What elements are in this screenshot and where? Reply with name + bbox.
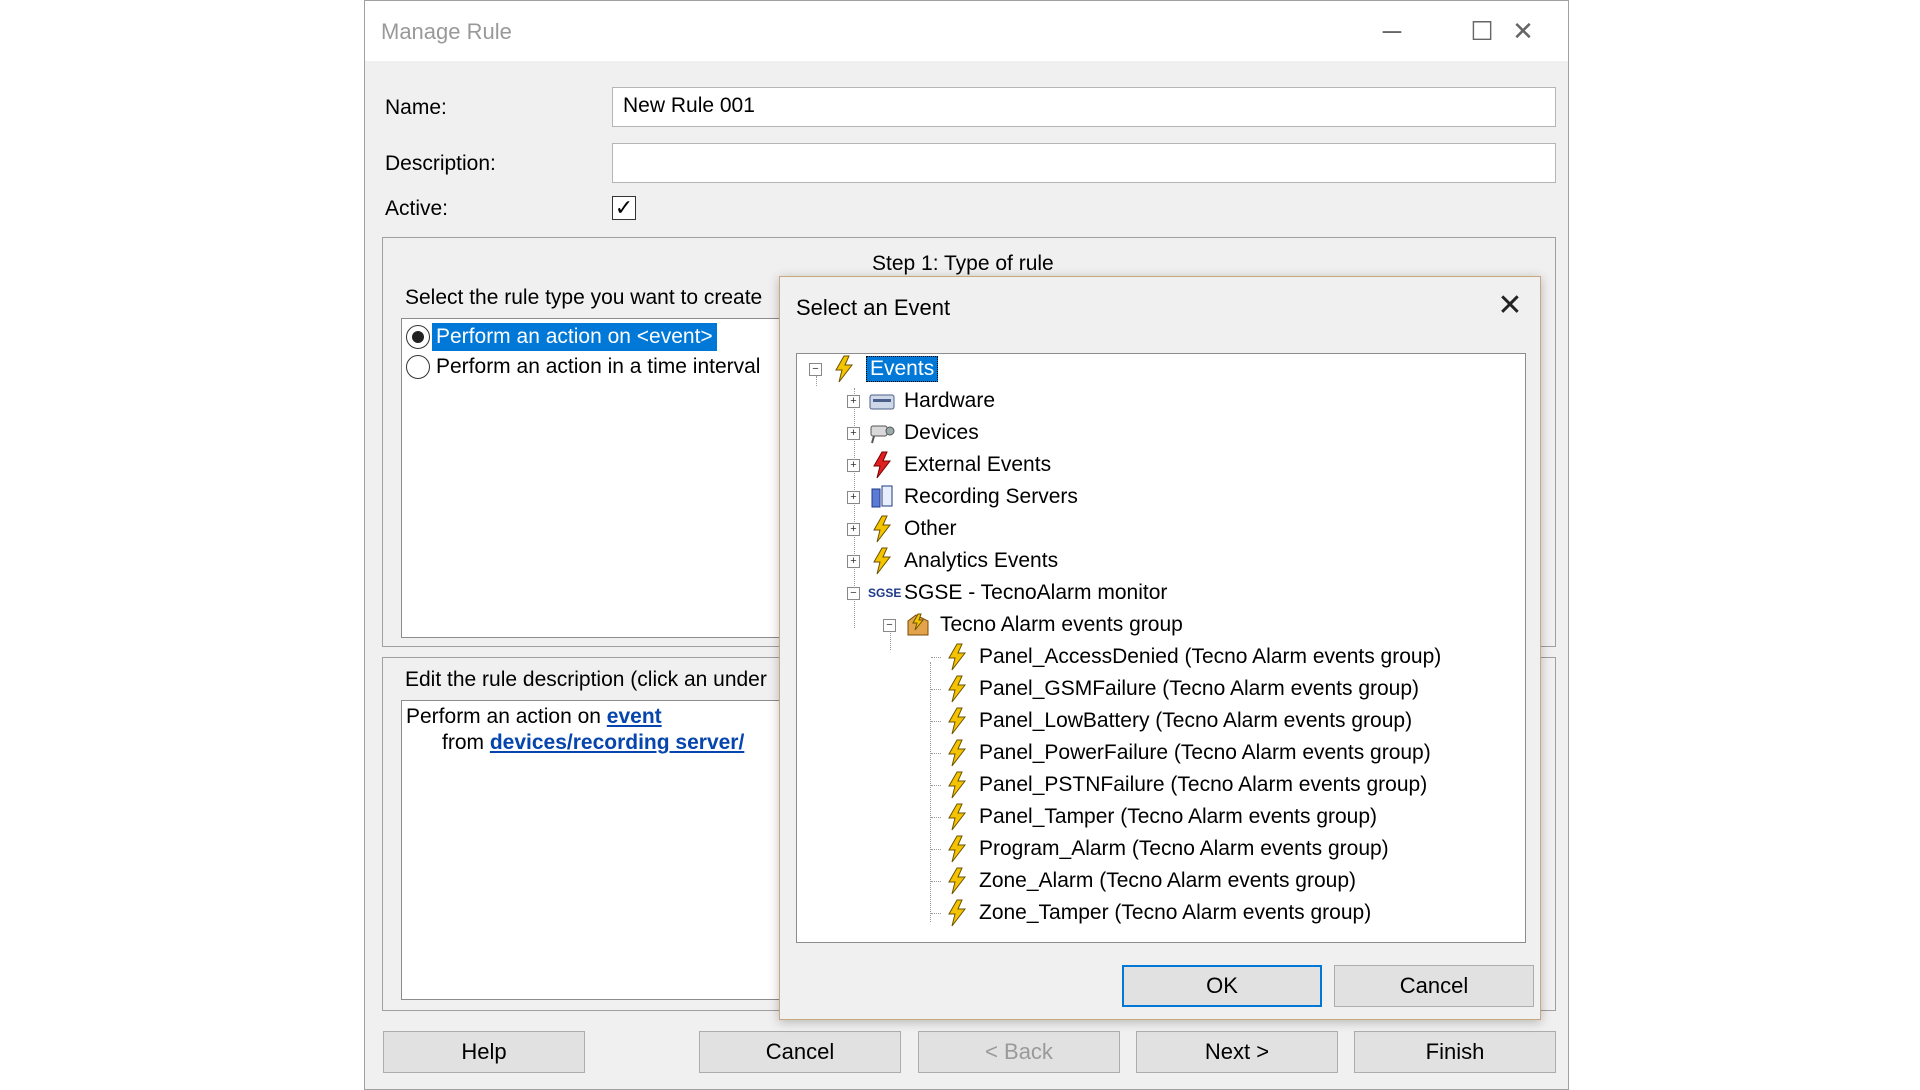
tree-node-label: Panel_PSTNFailure (Tecno Alarm events gr… bbox=[979, 773, 1428, 796]
tree-leaf-event[interactable]: Program_Alarm (Tecno Alarm events group) bbox=[931, 834, 1389, 864]
tree-node-label: Panel_LowBattery (Tecno Alarm events gro… bbox=[979, 709, 1413, 732]
ok-button[interactable]: OK bbox=[1122, 965, 1322, 1007]
description-label: Description: bbox=[385, 152, 496, 175]
edit-description-label: Edit the rule description (click an unde… bbox=[405, 668, 767, 691]
help-button[interactable]: Help bbox=[383, 1031, 585, 1073]
expand-icon[interactable]: + bbox=[847, 458, 860, 472]
minimize-button[interactable]: ─ bbox=[1347, 1, 1437, 61]
close-button[interactable]: ✕ bbox=[1478, 1, 1568, 61]
collapse-icon[interactable]: − bbox=[847, 586, 860, 600]
radio-selected[interactable] bbox=[406, 325, 430, 349]
event-bolt-icon bbox=[868, 515, 896, 543]
event-link[interactable]: event bbox=[607, 705, 662, 728]
cancel-button[interactable]: Cancel bbox=[699, 1031, 901, 1073]
tree-leaf-event[interactable]: Zone_Tamper (Tecno Alarm events group) bbox=[931, 898, 1372, 928]
select-event-dialog: Select an Event ✕ − Events + Hardware + … bbox=[779, 276, 1541, 1020]
server-icon bbox=[871, 485, 893, 508]
sgse-logo-icon: SGSE bbox=[868, 586, 902, 600]
step-title: Step 1: Type of rule bbox=[872, 252, 1054, 275]
tree-node-label: Panel_PowerFailure (Tecno Alarm events g… bbox=[979, 741, 1431, 764]
expand-icon[interactable]: + bbox=[847, 394, 860, 408]
event-bolt-icon bbox=[943, 675, 971, 703]
tree-node-sgse[interactable]: − SGSE SGSE - TecnoAlarm monitor bbox=[847, 578, 1167, 608]
tree-node-external-events[interactable]: + External Events bbox=[847, 450, 1051, 480]
finish-button[interactable]: Finish bbox=[1354, 1031, 1556, 1073]
name-label: Name: bbox=[385, 96, 447, 119]
event-bolt-icon bbox=[943, 899, 971, 927]
tree-leaf-event[interactable]: Panel_PSTNFailure (Tecno Alarm events gr… bbox=[931, 770, 1428, 800]
event-tree: − Events + Hardware + Devices + External… bbox=[796, 353, 1526, 943]
dialog-title: Select an Event bbox=[796, 295, 951, 320]
expand-icon[interactable]: + bbox=[847, 522, 860, 536]
title-bar: Manage Rule ─ ☐ ✕ bbox=[365, 1, 1568, 61]
camera-icon bbox=[870, 425, 895, 444]
tree-node-label: Tecno Alarm events group bbox=[940, 613, 1183, 636]
description-input[interactable] bbox=[612, 143, 1556, 183]
rule-option-label: Perform an action on <event> bbox=[432, 323, 717, 351]
tree-leaf-event[interactable]: Panel_GSMFailure (Tecno Alarm events gro… bbox=[931, 674, 1420, 704]
rule-text: Perform an action on bbox=[406, 705, 601, 728]
expand-icon[interactable]: + bbox=[847, 554, 860, 568]
external-event-icon bbox=[873, 451, 892, 479]
rule-option-event[interactable]: Perform an action on <event> bbox=[406, 323, 717, 351]
tree-leaf-event[interactable]: Panel_LowBattery (Tecno Alarm events gro… bbox=[931, 706, 1413, 736]
event-bolt-icon bbox=[943, 867, 971, 895]
tree-node-label: External Events bbox=[904, 453, 1052, 476]
tree-node-label: SGSE - TecnoAlarm monitor bbox=[904, 581, 1168, 604]
tree-node-label: Zone_Alarm (Tecno Alarm events group) bbox=[979, 869, 1357, 892]
tree-leaf-event[interactable]: Panel_AccessDenied (Tecno Alarm events g… bbox=[931, 642, 1442, 672]
event-bolt-icon bbox=[943, 835, 971, 863]
expand-icon[interactable]: + bbox=[847, 490, 860, 504]
rule-option-label: Perform an action in a time interval bbox=[436, 355, 761, 378]
tree-node-label: Other bbox=[904, 517, 957, 540]
tree-node-label: Events bbox=[866, 356, 939, 382]
tree-node-group[interactable]: − Tecno Alarm events group bbox=[883, 610, 1183, 640]
tree-node-devices[interactable]: + Devices bbox=[847, 418, 979, 448]
active-label: Active: bbox=[385, 197, 449, 220]
event-bolt-icon bbox=[943, 803, 971, 831]
window-title: Manage Rule bbox=[381, 19, 512, 44]
devices-link[interactable]: devices/recording server/ bbox=[490, 731, 744, 754]
tree-node-label: Devices bbox=[904, 421, 979, 444]
tree-node-analytics-events[interactable]: + Analytics Events bbox=[847, 546, 1058, 576]
tree-node-label: Panel_Tamper (Tecno Alarm events group) bbox=[979, 805, 1378, 828]
rule-from-text: from bbox=[442, 731, 484, 754]
check-icon: ✓ bbox=[614, 195, 634, 220]
name-input[interactable]: New Rule 001 bbox=[612, 87, 1556, 127]
hardware-icon bbox=[869, 394, 895, 410]
tree-node-hardware[interactable]: + Hardware bbox=[847, 386, 995, 416]
rule-option-interval[interactable]: Perform an action in a time interval bbox=[406, 355, 760, 379]
select-rule-type-label: Select the rule type you want to create bbox=[405, 286, 763, 309]
tree-leaf-event[interactable]: Panel_PowerFailure (Tecno Alarm events g… bbox=[931, 738, 1431, 768]
back-button[interactable]: < Back bbox=[918, 1031, 1120, 1073]
collapse-icon[interactable]: − bbox=[809, 362, 822, 376]
active-checkbox[interactable]: ✓ bbox=[612, 196, 636, 220]
next-button[interactable]: Next > bbox=[1136, 1031, 1338, 1073]
event-bolt-icon bbox=[943, 707, 971, 735]
tree-node-events[interactable]: − Events bbox=[809, 354, 939, 384]
tree-leaf-event[interactable]: Panel_Tamper (Tecno Alarm events group) bbox=[931, 802, 1378, 832]
event-bolt-icon bbox=[830, 355, 858, 383]
tree-node-label: Panel_GSMFailure (Tecno Alarm events gro… bbox=[979, 677, 1420, 700]
tree-node-label: Panel_AccessDenied (Tecno Alarm events g… bbox=[979, 645, 1442, 668]
event-bolt-icon bbox=[943, 643, 971, 671]
radio-unselected[interactable] bbox=[406, 355, 430, 379]
tree-node-other[interactable]: + Other bbox=[847, 514, 957, 544]
tree-node-label: Program_Alarm (Tecno Alarm events group) bbox=[979, 837, 1389, 860]
group-icon bbox=[907, 613, 929, 636]
tree-node-label: Analytics Events bbox=[904, 549, 1059, 572]
tree-node-label: Hardware bbox=[904, 389, 996, 412]
collapse-icon[interactable]: − bbox=[883, 618, 896, 632]
tree-node-label: Zone_Tamper (Tecno Alarm events group) bbox=[979, 901, 1372, 924]
tree-node-label: Recording Servers bbox=[904, 485, 1078, 508]
tree-node-recording-servers[interactable]: + Recording Servers bbox=[847, 482, 1078, 512]
event-bolt-icon bbox=[943, 739, 971, 767]
dialog-close-button[interactable]: ✕ bbox=[1490, 285, 1530, 325]
event-bolt-icon bbox=[868, 547, 896, 575]
tree-leaf-event[interactable]: Zone_Alarm (Tecno Alarm events group) bbox=[931, 866, 1357, 896]
event-bolt-icon bbox=[943, 771, 971, 799]
expand-icon[interactable]: + bbox=[847, 426, 860, 440]
dialog-cancel-button[interactable]: Cancel bbox=[1334, 965, 1534, 1007]
